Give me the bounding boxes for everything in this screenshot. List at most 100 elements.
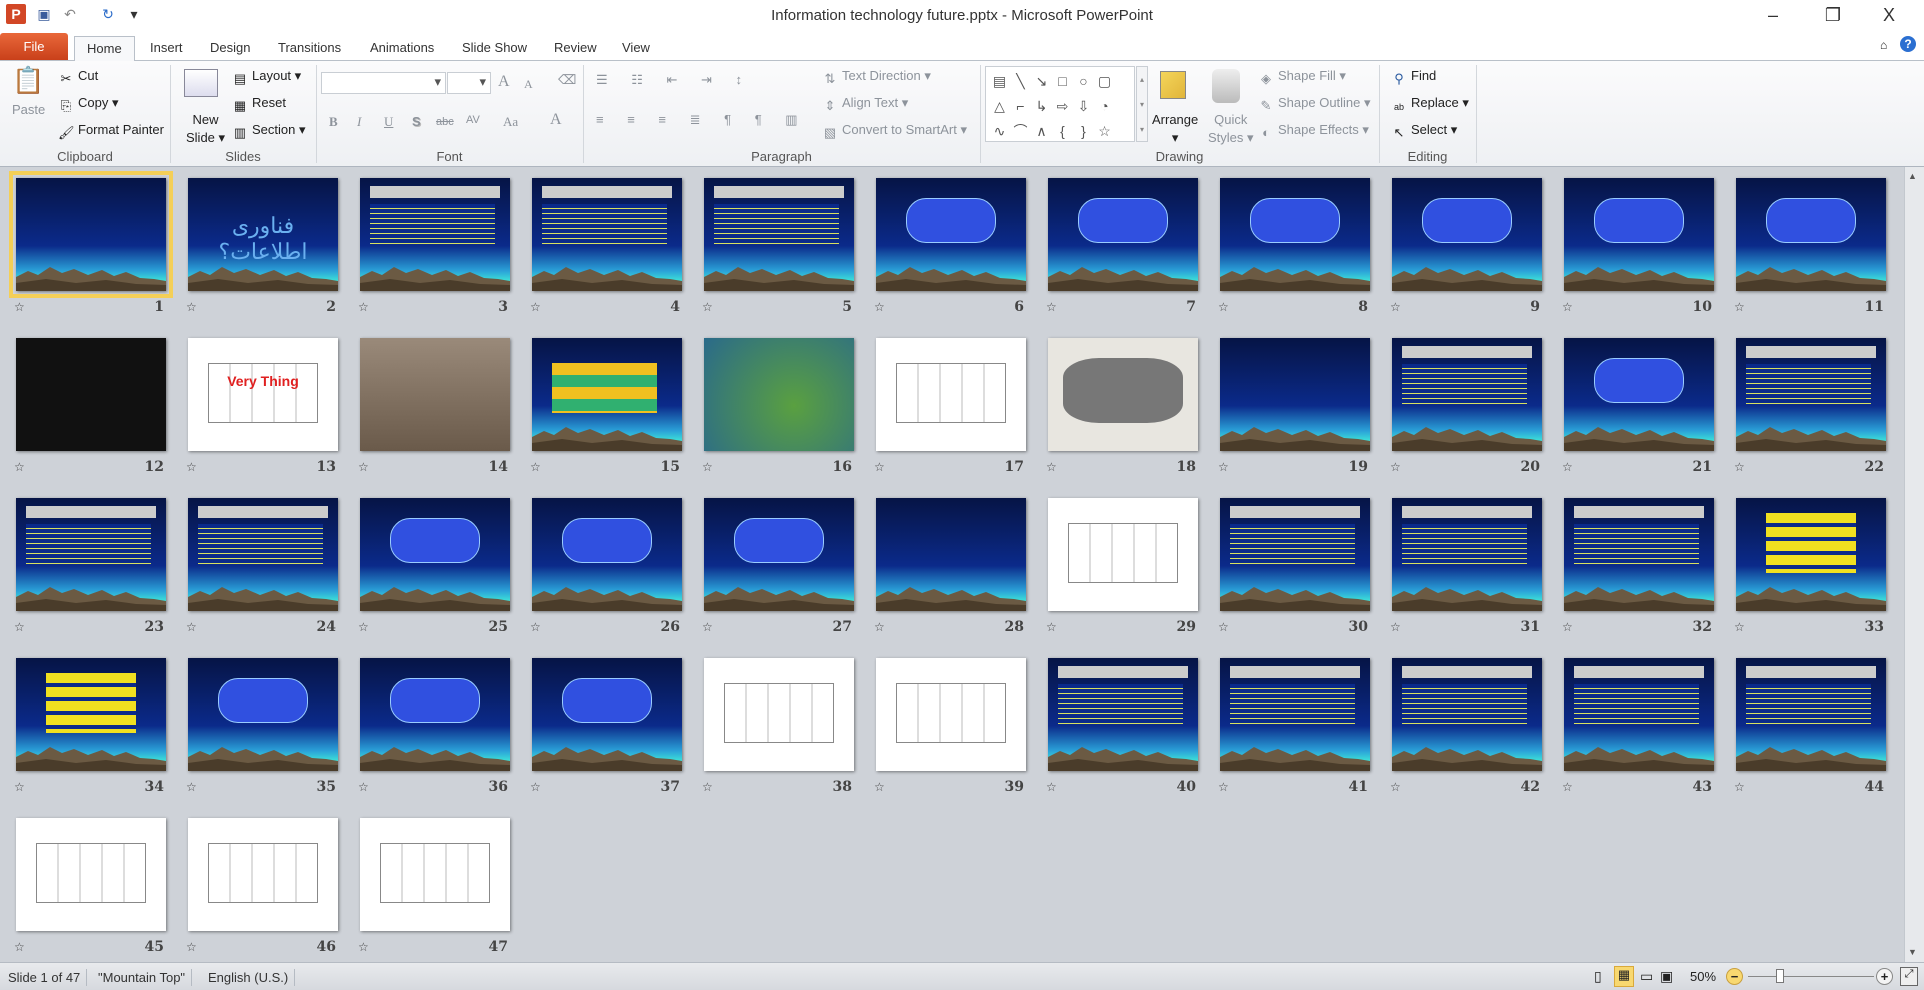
slide-thumbnail[interactable] — [1736, 178, 1886, 291]
quick-styles-button[interactable]: Quick Styles ▾ — [1208, 111, 1254, 147]
file-tab[interactable]: File — [0, 33, 68, 60]
convert-to-smartart-button[interactable]: ▧ Convert to SmartArt ▾ — [822, 121, 967, 141]
slide-thumbnail[interactable] — [9, 171, 173, 298]
shadow-button[interactable]: S — [412, 113, 421, 131]
slide-thumbnail[interactable] — [1392, 178, 1542, 291]
transition-icon[interactable]: ☆ — [1390, 460, 1401, 474]
transition-icon[interactable]: ☆ — [1046, 620, 1057, 634]
slide-thumbnail[interactable] — [1048, 498, 1198, 611]
font-size-select[interactable]: ▾ — [447, 72, 491, 94]
transition-icon[interactable]: ☆ — [358, 300, 369, 314]
normal-view-icon[interactable]: ▯ — [1594, 968, 1602, 985]
transition-icon[interactable]: ☆ — [1562, 780, 1573, 794]
shape-option[interactable]: ◔ — [1094, 94, 1115, 119]
arrange-button[interactable]: Arrange ▾ — [1152, 111, 1198, 147]
shape-option[interactable]: ○ — [1073, 69, 1094, 94]
transition-icon[interactable]: ☆ — [14, 620, 25, 634]
zoom-slider-thumb[interactable] — [1775, 969, 1784, 983]
slide-thumbnail[interactable] — [876, 178, 1026, 291]
transition-icon[interactable]: ☆ — [14, 460, 25, 474]
shape-option[interactable]: ▢ — [1094, 69, 1115, 94]
shape-option[interactable]: ↘ — [1031, 69, 1052, 94]
underline-button[interactable]: U — [384, 113, 393, 131]
transition-icon[interactable]: ☆ — [1046, 300, 1057, 314]
slide-thumbnail[interactable] — [1564, 338, 1714, 451]
transition-icon[interactable]: ☆ — [1218, 300, 1229, 314]
shape-option[interactable]: ∿ — [989, 119, 1010, 144]
transition-icon[interactable]: ☆ — [1734, 460, 1745, 474]
transition-icon[interactable]: ☆ — [530, 780, 541, 794]
transition-icon[interactable]: ☆ — [186, 940, 197, 954]
select-button[interactable]: ↖ Select ▾ — [1391, 121, 1458, 141]
slide-thumbnail[interactable] — [1220, 338, 1370, 451]
transition-icon[interactable]: ☆ — [186, 460, 197, 474]
alignment-buttons[interactable]: ≡ ≡ ≡ ≣ ¶ ¶ ▥ — [596, 111, 808, 129]
tab-insert[interactable]: Insert — [138, 36, 195, 61]
transition-icon[interactable]: ☆ — [874, 460, 885, 474]
transition-icon[interactable]: ☆ — [358, 620, 369, 634]
help-icon[interactable]: ? — [1900, 36, 1916, 52]
slide-thumbnail[interactable] — [1220, 498, 1370, 611]
shape-option[interactable]: ∧ — [1031, 119, 1052, 144]
transition-icon[interactable]: ☆ — [186, 620, 197, 634]
slide-thumbnail[interactable] — [1392, 498, 1542, 611]
language-indicator[interactable]: English (U.S.) — [202, 969, 296, 986]
slide-thumbnail[interactable] — [188, 818, 338, 931]
slide-thumbnail[interactable] — [876, 658, 1026, 771]
tab-design[interactable]: Design — [198, 36, 262, 61]
text-direction-button[interactable]: ⇅ Text Direction ▾ — [822, 67, 931, 87]
slide-thumbnail[interactable] — [704, 498, 854, 611]
fit-to-window-icon[interactable]: ⤢ — [1900, 967, 1918, 986]
tab-slide-show[interactable]: Slide Show — [450, 36, 539, 61]
shape-option[interactable]: ☆ — [1094, 119, 1115, 144]
transition-icon[interactable]: ☆ — [186, 300, 197, 314]
slide-thumbnail[interactable] — [532, 498, 682, 611]
shape-option[interactable]: ↳ — [1031, 94, 1052, 119]
transition-icon[interactable]: ☆ — [702, 620, 713, 634]
slide-thumbnail[interactable] — [532, 338, 682, 451]
cut-button[interactable]: ✂ Cut — [58, 67, 99, 87]
slide-thumbnail[interactable]: فناوری اطلاعات؟ — [188, 178, 338, 291]
slide-thumbnail[interactable] — [16, 498, 166, 611]
transition-icon[interactable]: ☆ — [1046, 460, 1057, 474]
slide-thumbnail[interactable] — [1564, 498, 1714, 611]
zoom-slider[interactable] — [1748, 969, 1874, 983]
new-slide-button[interactable]: New Slide ▾ — [186, 111, 225, 147]
change-case-button[interactable]: Aa — [503, 113, 518, 131]
slide-show-view-icon[interactable]: ▣ — [1660, 968, 1673, 985]
transition-icon[interactable]: ☆ — [358, 460, 369, 474]
transition-icon[interactable]: ☆ — [1562, 460, 1573, 474]
zoom-out-button[interactable]: − — [1726, 968, 1743, 985]
transition-icon[interactable]: ☆ — [1218, 620, 1229, 634]
slide-thumbnail[interactable] — [360, 178, 510, 291]
shapes-gallery-scroll[interactable]: ▴ ▾ ▾ — [1136, 66, 1148, 142]
slide-thumbnail[interactable] — [188, 658, 338, 771]
transition-icon[interactable]: ☆ — [358, 940, 369, 954]
paste-button[interactable]: Paste — [12, 101, 45, 119]
reset-button[interactable]: ▦ Reset — [232, 94, 286, 114]
shape-effects-button[interactable]: ◐ Shape Effects ▾ — [1258, 121, 1369, 141]
transition-icon[interactable]: ☆ — [1390, 300, 1401, 314]
shape-option[interactable]: ╲ — [1010, 69, 1031, 94]
transition-icon[interactable]: ☆ — [14, 940, 25, 954]
transition-icon[interactable]: ☆ — [358, 780, 369, 794]
close-button[interactable]: X — [1866, 2, 1912, 28]
shape-option[interactable]: ⌒ — [1010, 119, 1031, 144]
slide-thumbnail[interactable] — [1736, 658, 1886, 771]
shape-option[interactable]: △ — [989, 94, 1010, 119]
transition-icon[interactable]: ☆ — [1046, 780, 1057, 794]
transition-icon[interactable]: ☆ — [1734, 780, 1745, 794]
transition-icon[interactable]: ☆ — [1562, 300, 1573, 314]
transition-icon[interactable]: ☆ — [874, 620, 885, 634]
slide-thumbnail[interactable] — [1048, 178, 1198, 291]
slide-thumbnail[interactable] — [360, 338, 510, 451]
zoom-in-button[interactable]: + — [1876, 968, 1893, 985]
slide-thumbnail[interactable] — [1048, 658, 1198, 771]
shape-option[interactable]: ▤ — [989, 69, 1010, 94]
tab-transitions[interactable]: Transitions — [266, 36, 353, 61]
slide-thumbnail[interactable] — [704, 178, 854, 291]
shrink-font-button[interactable]: A — [524, 75, 533, 93]
transition-icon[interactable]: ☆ — [702, 460, 713, 474]
slide-thumbnail[interactable] — [1736, 498, 1886, 611]
shape-option[interactable]: ⇨ — [1052, 94, 1073, 119]
